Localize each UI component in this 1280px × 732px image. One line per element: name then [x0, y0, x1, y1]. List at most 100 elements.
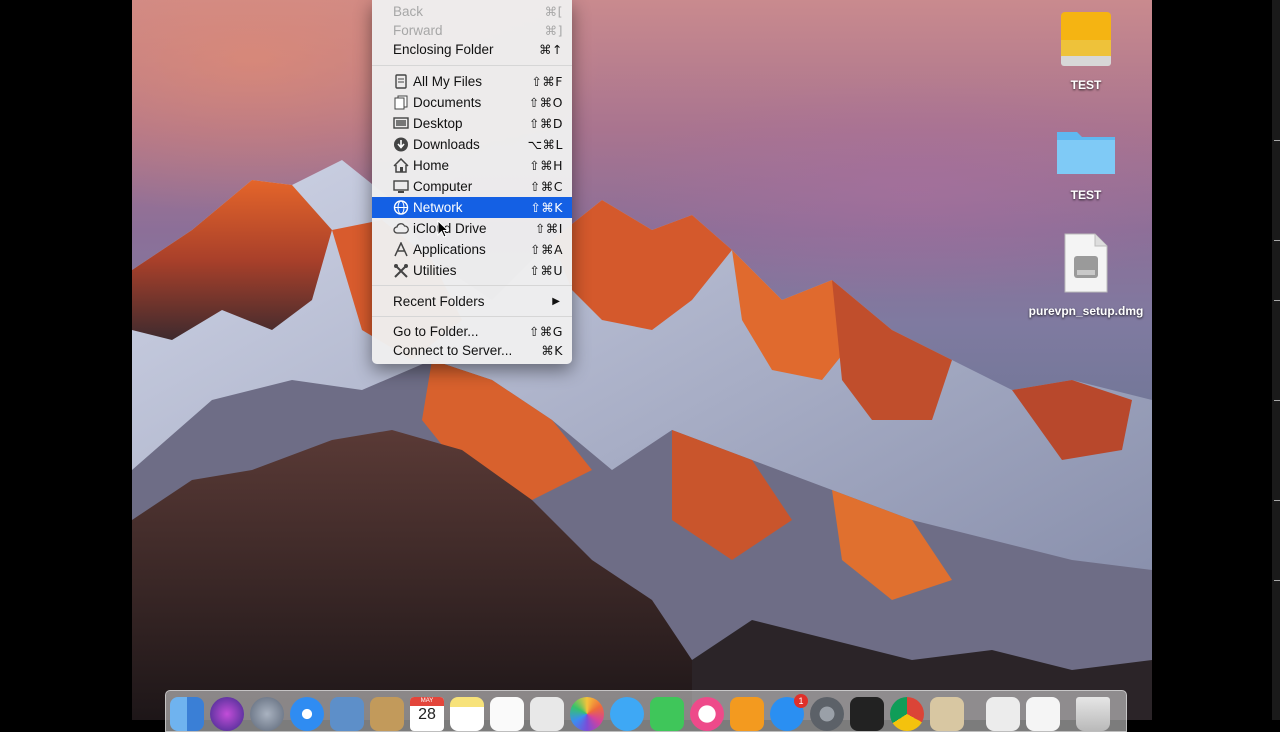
menu-item-label: iCloud Drive: [413, 221, 487, 236]
menu-item-recent-folders[interactable]: Recent Folders ▶: [372, 291, 572, 312]
menu-item-all-my-files[interactable]: All My Files ⇧⌘F: [372, 71, 572, 92]
menu-item-home[interactable]: Home ⇧⌘H: [372, 155, 572, 176]
photo-booth-icon[interactable]: [530, 697, 564, 731]
system-preferences-icon[interactable]: [810, 697, 844, 731]
menu-item-label: Enclosing Folder: [393, 42, 494, 57]
menu-item-computer[interactable]: Computer ⇧⌘C: [372, 176, 572, 197]
mountain-wallpaper-art: [132, 160, 1152, 720]
reminders-icon[interactable]: [490, 697, 524, 731]
utilities-icon: [394, 264, 408, 278]
menu-item-label: Connect to Server...: [393, 343, 513, 358]
menu-item-shortcut: ⇧⌘K: [530, 200, 563, 215]
photos-icon[interactable]: [570, 697, 604, 731]
menu-item-utilities[interactable]: Utilities ⇧⌘U: [372, 260, 572, 281]
contacts-icon[interactable]: [370, 697, 404, 731]
menu-separator: [372, 316, 572, 317]
menu-item-label: All My Files: [413, 74, 483, 89]
menu-item-label: Downloads: [413, 137, 480, 152]
itunes-icon[interactable]: [690, 697, 724, 731]
menu-item-documents[interactable]: Documents ⇧⌘O: [372, 92, 572, 113]
desktop-icon: [393, 117, 409, 129]
menu-item-shortcut: ⇧⌘G: [528, 324, 563, 339]
all-files-icon: [395, 74, 407, 89]
menu-item-shortcut: ⇧⌘D: [528, 116, 563, 131]
menu-item-label: Forward: [393, 23, 443, 38]
desktop-item[interactable]: purevpn_setup.dmg: [1026, 232, 1146, 319]
go-menu: Back ⌘[ Forward ⌘] Enclosing Folder ⌘↑ A…: [372, 0, 572, 364]
chrome-icon[interactable]: [890, 697, 924, 731]
menu-item-label: Back: [393, 4, 424, 19]
ibooks-icon[interactable]: [730, 697, 764, 731]
menu-item-shortcut: ⌘↑: [539, 42, 563, 57]
menu-separator: [372, 65, 572, 66]
finder-icon[interactable]: [170, 697, 204, 731]
menu-item-label: Home: [413, 158, 450, 173]
documents-icon: [394, 95, 408, 110]
applications-icon: [394, 242, 408, 257]
desktop-item-label: TEST: [1070, 78, 1102, 92]
calendar-icon[interactable]: MAY 28: [410, 697, 444, 731]
menu-item-label: Computer: [413, 179, 473, 194]
desktop-item[interactable]: TEST: [1026, 10, 1146, 93]
menu-item-icloud-drive[interactable]: iCloud Drive ⇧⌘I: [372, 218, 572, 239]
menu-item-shortcut: ⇧⌘C: [529, 179, 563, 194]
preview-icon[interactable]: [330, 697, 364, 731]
folder-icon: [1057, 132, 1115, 174]
setup-assistant-icon[interactable]: [930, 697, 964, 731]
facetime-icon[interactable]: [650, 697, 684, 731]
menu-item-shortcut: ⌘K: [541, 343, 563, 358]
calendar-month: MAY: [410, 697, 444, 706]
siri-icon[interactable]: [210, 697, 244, 731]
menu-item-desktop[interactable]: Desktop ⇧⌘D: [372, 113, 572, 134]
menu-item-forward[interactable]: Forward ⌘]: [372, 20, 572, 41]
menu-item-shortcut: ⌥⌘L: [527, 137, 563, 152]
menu-item-label: Desktop: [413, 116, 463, 131]
downloads-icon: [394, 137, 408, 152]
messages-icon[interactable]: [610, 697, 644, 731]
network-icon: [393, 200, 409, 215]
drive-icon: [1061, 12, 1111, 66]
mouse-cursor-icon: [437, 220, 449, 238]
menu-item-network[interactable]: Network ⇧⌘K: [372, 197, 572, 218]
menu-item-shortcut: ⇧⌘O: [528, 95, 563, 110]
activity-monitor-icon[interactable]: [850, 697, 884, 731]
menu-item-go-to-folder[interactable]: Go to Folder... ⇧⌘G: [372, 321, 572, 342]
menu-item-shortcut: ⇧⌘U: [529, 263, 563, 278]
app-store-badge: 1: [794, 694, 808, 708]
trash-icon[interactable]: [1076, 697, 1110, 731]
documents-stack-icon[interactable]: [1026, 697, 1060, 731]
computer-icon: [393, 180, 409, 193]
menu-item-label: Recent Folders: [393, 294, 485, 309]
dmg-file-icon: [1064, 233, 1108, 293]
menu-item-shortcut: ⌘]: [544, 23, 563, 38]
menu-item-downloads[interactable]: Downloads ⌥⌘L: [372, 134, 572, 155]
app-store-icon[interactable]: 1: [770, 694, 808, 731]
home-icon: [393, 158, 409, 173]
desktop-item-label: TEST: [1070, 188, 1102, 202]
submenu-arrow-icon: ▶: [552, 296, 560, 307]
menu-item-shortcut: ⌘[: [544, 4, 563, 19]
downloads-stack-icon[interactable]: [986, 697, 1020, 731]
menu-item-shortcut: ⇧⌘I: [534, 221, 563, 236]
menu-item-label: Go to Folder...: [393, 324, 479, 339]
window-edge: [1272, 0, 1280, 720]
desktop-item-label: purevpn_setup.dmg: [1028, 304, 1144, 318]
menu-item-shortcut: ⇧⌘A: [529, 242, 563, 257]
safari-icon[interactable]: [290, 697, 324, 731]
menu-item-applications[interactable]: Applications ⇧⌘A: [372, 239, 572, 260]
desktop-item[interactable]: TEST: [1026, 124, 1146, 203]
menu-item-enclosing-folder[interactable]: Enclosing Folder ⌘↑: [372, 39, 572, 60]
desktop-wallpaper: TEST TEST purevpn_setup.dmg: [132, 0, 1152, 720]
menu-item-shortcut: ⇧⌘F: [531, 74, 563, 89]
menu-item-shortcut: ⇧⌘H: [529, 158, 563, 173]
dock: MAY 28 1: [165, 690, 1127, 732]
notes-icon[interactable]: [450, 697, 484, 731]
menu-item-label: Utilities: [413, 263, 457, 278]
menu-separator: [372, 285, 572, 286]
menu-item-label: Documents: [413, 95, 482, 110]
calendar-day: 28: [418, 706, 436, 723]
menu-item-label: Applications: [413, 242, 486, 257]
menu-item-back[interactable]: Back ⌘[: [372, 1, 572, 22]
launchpad-icon[interactable]: [250, 697, 284, 731]
menu-item-connect-to-server[interactable]: Connect to Server... ⌘K: [372, 340, 572, 361]
